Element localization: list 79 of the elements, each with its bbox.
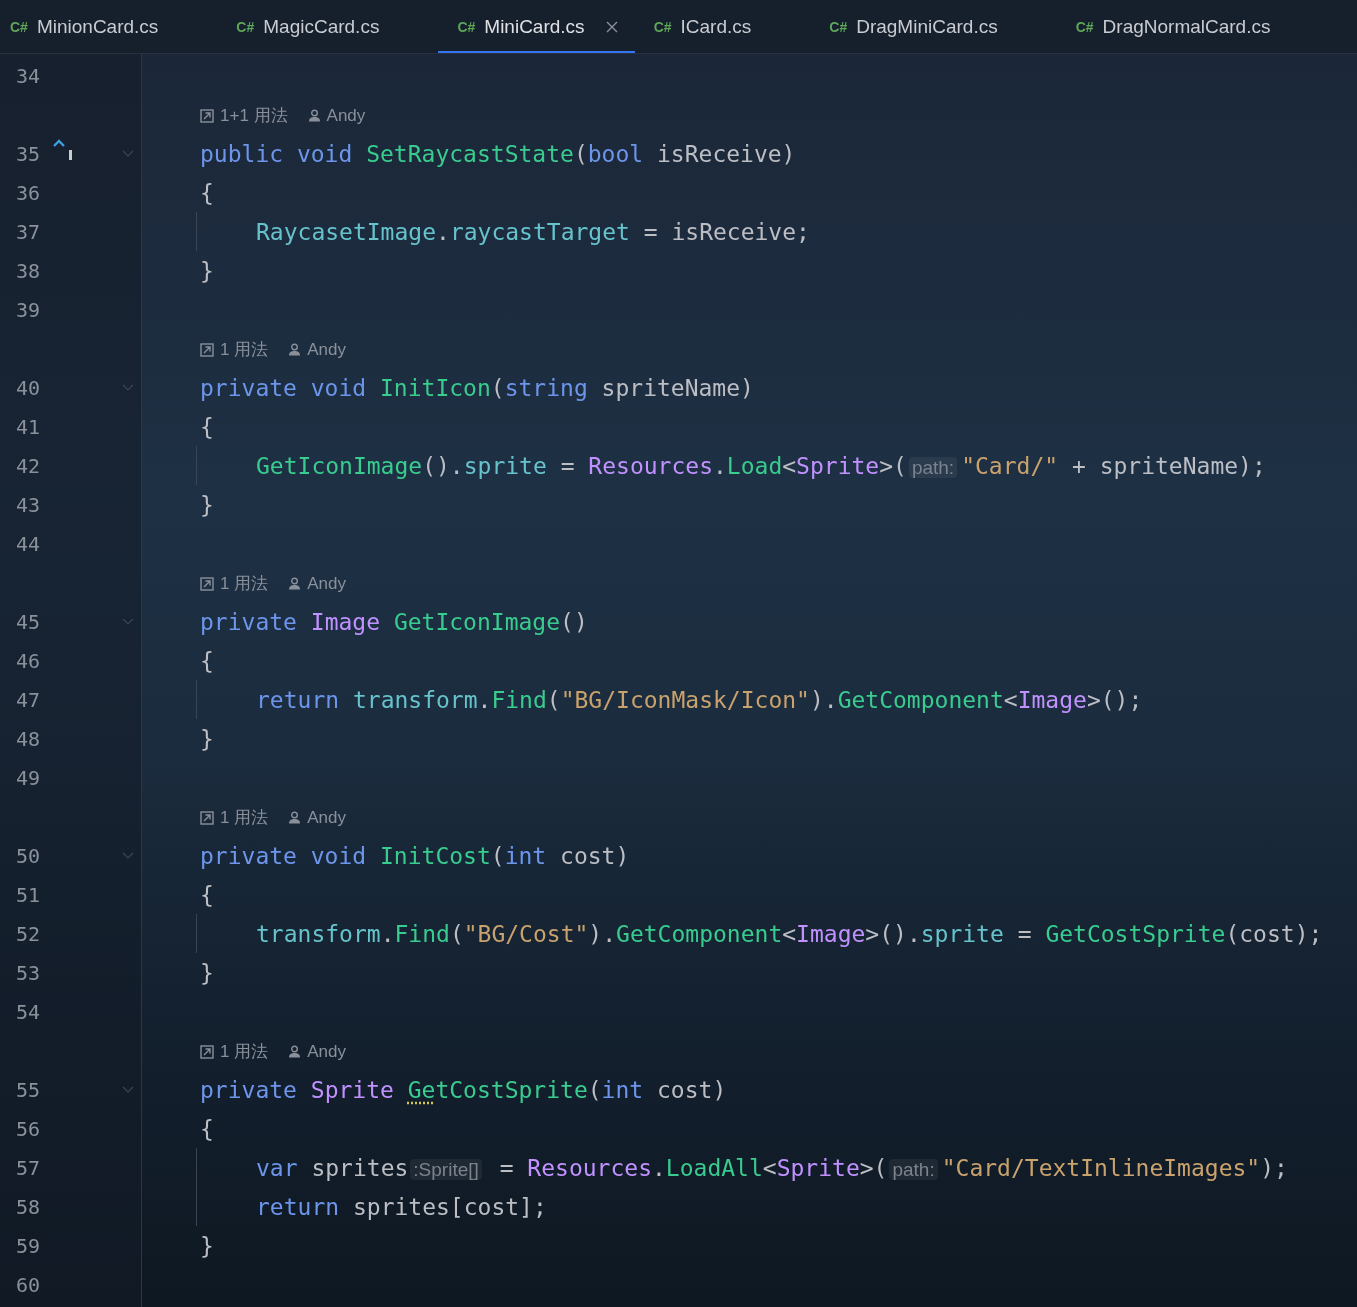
code-line: private void InitIcon(string spriteName)	[200, 374, 754, 401]
line-number: 35	[16, 141, 42, 166]
code-line: var sprites :Sprite[] = Resources.LoadAll<Sprite>( path: "Card/TextInlineImages");	[256, 1154, 1288, 1181]
line-number: 60	[16, 1272, 42, 1297]
author-name[interactable]: Andy	[307, 1041, 346, 1062]
code-line: public void SetRaycastState(bool isReceive)	[200, 140, 796, 167]
code-line: GetIconImage().sprite = Resources.Load<Sprite>( path: "Card/" + spriteName);	[256, 452, 1266, 479]
user-icon	[288, 343, 302, 356]
line-number: 54	[16, 999, 42, 1024]
user-icon	[307, 109, 321, 122]
fold-chevron-icon[interactable]	[122, 618, 134, 625]
fold-chevron-icon[interactable]	[122, 1086, 134, 1093]
user-icon	[288, 577, 302, 590]
user-icon	[288, 1045, 302, 1058]
code-line: {	[200, 881, 214, 908]
usages-icon	[200, 810, 214, 825]
line-number: 49	[16, 765, 42, 790]
line-number: 50	[16, 843, 42, 868]
line-number: 58	[16, 1194, 42, 1219]
line-number: 34	[16, 63, 42, 88]
code-line: {	[200, 1115, 214, 1142]
line-number: 48	[16, 726, 42, 751]
line-number: 39	[16, 297, 42, 322]
usages-link[interactable]: 1 用法	[220, 338, 269, 361]
usages-link[interactable]: 1 用法	[220, 1040, 269, 1063]
line-number: 55	[16, 1077, 42, 1102]
code-line: }	[200, 959, 214, 986]
code-line: {	[200, 179, 214, 206]
code-line: private Sprite GetCostSprite(int cost)	[200, 1076, 727, 1103]
line-number: 51	[16, 882, 42, 907]
line-number: 37	[16, 219, 42, 244]
line-number: 47	[16, 687, 42, 712]
usages-icon	[200, 1044, 214, 1059]
line-number: 56	[16, 1116, 42, 1141]
code-line: return transform.Find("BG/IconMask/Icon").GetComponent<Image>();	[256, 686, 1143, 713]
usages-link[interactable]: 1+1 用法	[220, 104, 288, 127]
line-number: 59	[16, 1233, 42, 1258]
line-number: 38	[16, 258, 42, 283]
author-name[interactable]: Andy	[307, 807, 346, 828]
code-line: }	[200, 725, 214, 752]
line-number: 57	[16, 1155, 42, 1180]
author-name[interactable]: Andy	[326, 105, 366, 126]
usages-icon	[200, 108, 214, 123]
editor-tab[interactable]: C# MinionCard.cs	[0, 0, 218, 53]
line-number: 40	[16, 375, 42, 400]
line-number: 44	[16, 531, 42, 556]
line-number: 43	[16, 492, 42, 517]
editor-tab[interactable]: C# ICard.cs	[634, 0, 811, 53]
close-icon[interactable]	[605, 21, 618, 33]
line-number: 36	[16, 180, 42, 205]
editor-tab[interactable]: C# DragMiniCard.cs	[810, 0, 1057, 53]
code-line: private void InitCost(int cost)	[200, 842, 630, 869]
code-line: private Image GetIconImage()	[200, 608, 588, 635]
editor-tab[interactable]: C# DragNormalCard.cs	[1056, 0, 1330, 53]
code-line: {	[200, 413, 214, 440]
line-number: 41	[16, 414, 42, 439]
line-number: 53	[16, 960, 42, 985]
line-number: 42	[16, 453, 42, 478]
code-line: {	[200, 647, 214, 674]
code-line: }	[200, 491, 214, 518]
editor-tab[interactable]: C# MagicCard.cs	[217, 0, 439, 53]
fold-chevron-icon[interactable]	[122, 384, 134, 391]
line-number: 46	[16, 648, 42, 673]
line-number: 52	[16, 921, 42, 946]
code-line: }	[200, 1232, 214, 1259]
author-name[interactable]: Andy	[307, 573, 346, 594]
author-name[interactable]: Andy	[307, 339, 346, 360]
usages-icon	[200, 342, 214, 357]
fold-chevron-icon[interactable]	[122, 150, 134, 157]
code-line: transform.Find("BG/Cost").GetComponent<Image>().sprite = GetCostSprite(cost);	[256, 920, 1323, 947]
usages-icon	[200, 576, 214, 591]
code-line: }	[200, 257, 214, 284]
user-icon	[288, 811, 302, 824]
code-line: RaycasetImage.raycastTarget = isReceive;	[256, 218, 810, 245]
code-line: return sprites[cost];	[256, 1193, 547, 1220]
fold-chevron-icon[interactable]	[122, 852, 134, 859]
line-number: 45	[16, 609, 42, 634]
usages-link[interactable]: 1 用法	[220, 806, 269, 829]
usages-link[interactable]: 1 用法	[220, 572, 269, 595]
